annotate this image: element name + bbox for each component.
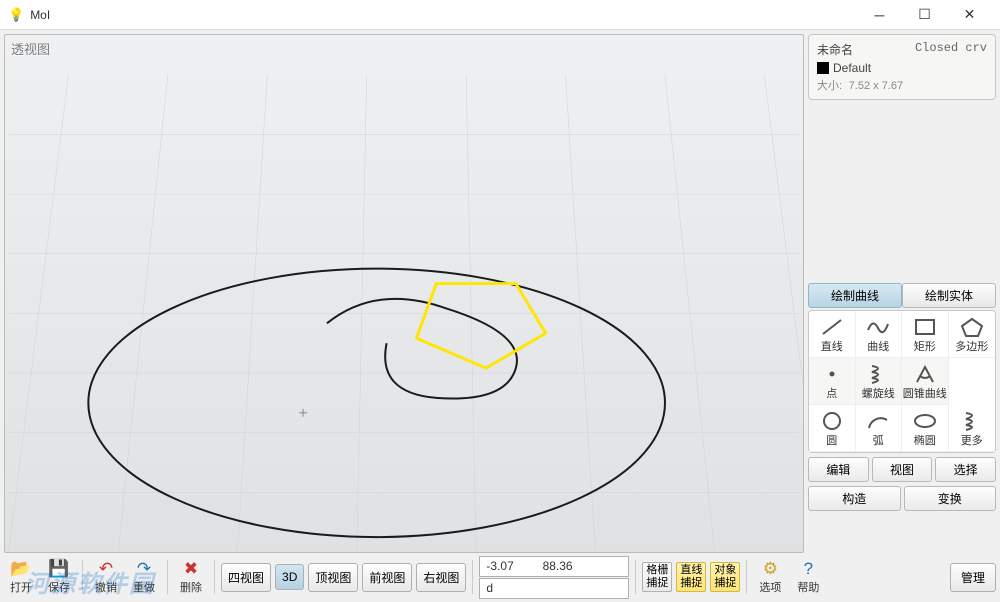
tool-conic[interactable]: 圆锥曲线 xyxy=(902,358,949,405)
tool-arc[interactable]: 弧 xyxy=(856,405,903,452)
rect-icon xyxy=(912,316,938,338)
object-name: 未命名 xyxy=(817,41,853,58)
tool-more[interactable]: 更多 xyxy=(949,405,996,452)
tool-ellipse[interactable]: 椭圆 xyxy=(902,405,949,452)
btn-save[interactable]: 💾保存 xyxy=(42,559,76,595)
btn-edit[interactable]: 编辑 xyxy=(808,457,869,482)
tool-curve[interactable]: 曲线 xyxy=(856,311,903,358)
polygon-icon xyxy=(959,316,985,338)
undo-icon: ↶ xyxy=(96,559,116,579)
coord-readout[interactable]: -3.07 88.36 xyxy=(479,556,629,577)
tool-circle[interactable]: 圆 xyxy=(809,405,856,452)
maximize-button[interactable]: ☐ xyxy=(902,1,947,29)
bottombar: 📂打开 💾保存 ↶撤销 ↷重做 ✖删除 四视图 3D 顶视图 前视图 右视图 -… xyxy=(0,557,1000,597)
snap-line[interactable]: 直线捕捉 xyxy=(676,562,706,591)
object-type: Closed crv xyxy=(915,41,987,58)
btn-manage[interactable]: 管理 xyxy=(950,563,996,592)
close-button[interactable]: ✕ xyxy=(947,1,992,29)
app-title: MoI xyxy=(30,8,50,22)
redo-icon: ↷ xyxy=(134,559,154,579)
tool-helix[interactable]: 螺旋线 xyxy=(856,358,903,405)
app-icon: 💡 xyxy=(8,7,24,23)
btn-delete[interactable]: ✖删除 xyxy=(174,559,208,595)
viewport-3d[interactable]: 透视图 xyxy=(4,34,804,553)
btn-redo[interactable]: ↷重做 xyxy=(127,559,161,595)
btn-transform[interactable]: 变换 xyxy=(904,486,997,511)
main-area: 透视图 xyxy=(0,30,1000,557)
btn-frontview[interactable]: 前视图 xyxy=(362,563,412,592)
object-size: 7.52 x 7.67 xyxy=(849,80,903,92)
circle-icon xyxy=(819,410,845,432)
more-icon xyxy=(959,410,985,432)
btn-3d[interactable]: 3D xyxy=(275,564,304,590)
sidebar: 未命名 Closed crv Default 大小: 7.52 x 7.67 绘… xyxy=(808,30,1000,557)
arc-icon xyxy=(865,410,891,432)
point-icon xyxy=(819,363,845,385)
ellipse-icon xyxy=(912,410,938,432)
gear-icon: ⚙ xyxy=(760,559,780,579)
btn-select[interactable]: 选择 xyxy=(935,457,996,482)
tab-draw-curves[interactable]: 绘制曲线 xyxy=(808,283,902,308)
tool-point[interactable]: 点 xyxy=(809,358,856,405)
tool-rect[interactable]: 矩形 xyxy=(902,311,949,358)
minimize-button[interactable]: ─ xyxy=(857,1,902,29)
btn-help[interactable]: ?帮助 xyxy=(791,559,825,595)
tool-line[interactable]: 直线 xyxy=(809,311,856,358)
btn-quadview[interactable]: 四视图 xyxy=(221,563,271,592)
help-icon: ? xyxy=(798,559,818,579)
object-info-panel: 未命名 Closed crv Default 大小: 7.52 x 7.67 xyxy=(808,34,996,100)
btn-topview[interactable]: 顶视图 xyxy=(308,563,358,592)
btn-options[interactable]: ⚙选项 xyxy=(753,559,787,595)
viewport-canvas xyxy=(5,35,803,552)
layer-name: Default xyxy=(833,61,871,75)
snap-grid[interactable]: 格栅捕捉 xyxy=(642,562,672,591)
distance-input[interactable]: d xyxy=(479,578,629,599)
line-icon xyxy=(819,316,845,338)
layer-swatch xyxy=(817,62,829,74)
btn-view[interactable]: 视图 xyxy=(872,457,933,482)
curve-icon xyxy=(865,316,891,338)
tool-polygon[interactable]: 多边形 xyxy=(949,311,996,358)
btn-rightview[interactable]: 右视图 xyxy=(416,563,466,592)
btn-open[interactable]: 📂打开 xyxy=(4,559,38,595)
snap-object[interactable]: 对象捕捉 xyxy=(710,562,740,591)
btn-undo[interactable]: ↶撤销 xyxy=(89,559,123,595)
titlebar: 💡 MoI ─ ☐ ✕ xyxy=(0,0,1000,30)
helix-icon xyxy=(865,363,891,385)
delete-icon: ✖ xyxy=(181,559,201,579)
folder-icon: 📂 xyxy=(11,559,31,579)
disk-icon: 💾 xyxy=(49,559,69,579)
btn-construct[interactable]: 构造 xyxy=(808,486,901,511)
tool-panel: 绘制曲线 绘制实体 直线 曲线 矩形 多边形 点 螺旋线 圆锥曲线 圆 弧 椭圆… xyxy=(808,283,996,511)
conic-icon xyxy=(912,363,938,385)
tab-draw-solids[interactable]: 绘制实体 xyxy=(902,283,996,308)
